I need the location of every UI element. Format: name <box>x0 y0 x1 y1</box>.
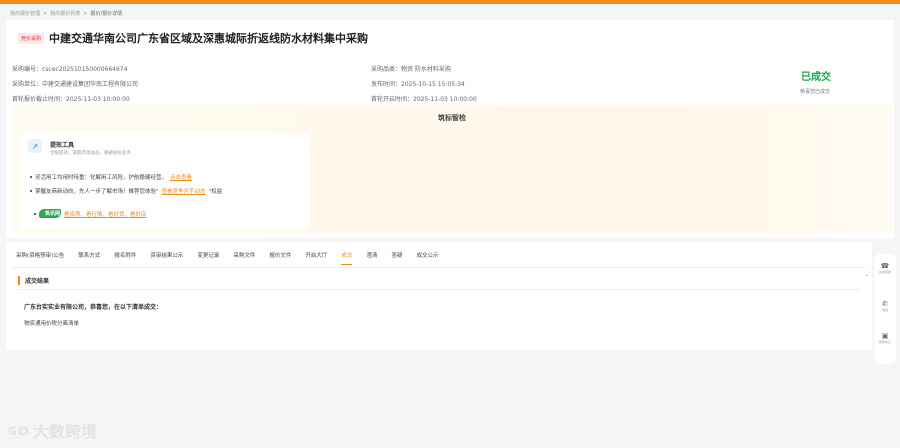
help-icon: ▣ <box>881 332 889 340</box>
tool-bullet-2: 掌握友商新动向，先人一步了解市场！推荐您体验" 查看竞争对手动态 "权益 <box>30 187 222 195</box>
procurement-unit: 采购单位：中建交通建设集团华南工程有限公司 <box>12 81 139 88</box>
tab-qualification-result[interactable]: 资审结果公示 <box>150 251 183 265</box>
tab-attachments[interactable]: 报名附件 <box>114 251 136 265</box>
floating-sidebar: ☎ 在线客服 ✆ 电话 ▣ 帮助中心 <box>874 254 896 364</box>
bid-deadline: 首轮报价截止时间：2025-11-03 10:00:00 <box>12 96 130 103</box>
zhuxun-logo: 筑讯网 <box>39 209 61 218</box>
tab-bar: 采购(资格预审)公告 联系方式 报名附件 资审结果公示 变更记录 采购文件 报价… <box>16 251 438 265</box>
bullet-dot-icon <box>30 176 32 178</box>
deal-status: 已成交 <box>801 72 831 83</box>
detail-tabs-card: 采购(资格预审)公告 联系方式 报名附件 资审结果公示 变更记录 采购文件 报价… <box>6 242 872 350</box>
deal-item: 物资通用价税分离清单 <box>24 321 80 327</box>
smart-check-panel: 筑标智检 ↗ 提效工具 合规提效，掌握市场动态，规避投标业务 灵活用工均用时待重… <box>12 105 892 233</box>
sidebar-label: 在线客服 <box>878 270 891 274</box>
procurement-type-badge: 竞价采购 <box>18 32 45 44</box>
section-divider <box>18 289 860 290</box>
procurement-category: 采购品类：物资 防水材料采购 <box>371 66 451 73</box>
deal-result-heading: 成交结果 <box>18 276 49 285</box>
watermark-logo-icon: ɢ໐ <box>8 421 29 439</box>
bullet-dot-icon <box>30 190 32 192</box>
tool-name: 提效工具 <box>50 142 75 149</box>
view-link[interactable]: 点击查看 <box>170 173 192 181</box>
watermark: ɢ໐ 大数跨境 <box>8 418 97 442</box>
breadcrumb: 我的报价管理 > 我的报价列表 > 报价/报价详情 <box>10 10 123 18</box>
tool-bullet-1: 灵活用工均用时待重：化解用工风险，护航稳健经营。 点击查看 <box>30 173 192 181</box>
breadcrumb-item[interactable]: 我的报价列表 <box>50 10 80 17</box>
collapse-chevron-icon[interactable]: ⌃ <box>864 274 869 281</box>
smart-check-title: 筑标智检 <box>438 114 466 122</box>
help-center-button[interactable]: ▣ 帮助中心 <box>874 332 896 344</box>
phone-icon: ✆ <box>882 300 888 308</box>
tab-deal[interactable]: 成交 <box>341 251 353 265</box>
breadcrumb-item[interactable]: 我的报价管理 <box>10 10 40 17</box>
sidebar-label: 帮助中心 <box>878 340 891 344</box>
headset-icon: ☎ <box>880 262 890 270</box>
open-time: 首轮开启时间：2025-11-03 10:00:00 <box>371 96 477 103</box>
bullet-text: 灵活用工均用时待重：化解用工风险，护航稳健经营。 <box>35 175 168 181</box>
tab-clarification[interactable]: 澄清 <box>366 251 377 265</box>
competitor-link[interactable]: 查看竞争对手动态 <box>162 187 206 195</box>
tab-deal-publicity[interactable]: 成交公示 <box>416 251 438 265</box>
rocket-icon: ↗ <box>28 139 42 153</box>
bullet-dot-icon <box>34 212 36 215</box>
bullet-text: 掌握友商新动向，先人一步了解市场！推荐您体验" <box>35 189 159 195</box>
bullet-tail: "权益 <box>208 189 223 195</box>
title-row: 竞价采购 中建交通华南公司广东省区域及深惠城际折返线防水材料集中采购 <box>18 30 368 46</box>
tab-opening-hall[interactable]: 开启大厅 <box>305 251 327 265</box>
page-title: 中建交通华南公司广东省区域及深惠城际折返线防水材料集中采购 <box>49 32 369 45</box>
tab-announcement[interactable]: 采购(资格预审)公告 <box>16 251 64 265</box>
deal-status-subtitle: 恭喜您已成交 <box>800 89 831 95</box>
tab-contact[interactable]: 联系方式 <box>78 251 100 265</box>
tab-change-log[interactable]: 变更记录 <box>197 251 219 265</box>
breadcrumb-current: 报价/报价详情 <box>90 11 123 17</box>
winner-message: 广东台实实业有限公司，恭喜您，在以下清单成交： <box>24 304 163 311</box>
online-service-button[interactable]: ☎ 在线客服 <box>874 262 896 274</box>
phone-button[interactable]: ✆ 电话 <box>874 300 896 312</box>
project-card: 竞价采购 中建交通华南公司广东省区域及深惠城际折返线防水材料集中采购 采购编号：… <box>6 20 894 238</box>
watermark-text: 大数跨境 <box>32 422 97 441</box>
tool-description: 合规提效，掌握市场动态，规避投标业务 <box>50 151 131 156</box>
breadcrumb-separator-icon: > <box>43 10 48 17</box>
top-accent-bar <box>0 0 900 4</box>
tab-divider <box>12 267 866 268</box>
procurement-code: 采购编号：cscec202510150000664674 <box>12 66 128 73</box>
publish-time: 发布时间：2025-10-15 15:05:34 <box>371 81 465 88</box>
tab-quote-file[interactable]: 报价文件 <box>269 251 291 265</box>
zhuxun-row: 筑讯网 看资质、看行情、看好货、看好店 <box>34 209 147 218</box>
tab-procurement-file[interactable]: 采购文件 <box>233 251 255 265</box>
sidebar-label: 电话 <box>881 308 888 312</box>
breadcrumb-separator-icon: > <box>83 10 88 17</box>
efficiency-tool-card: ↗ 提效工具 合规提效，掌握市场动态，规避投标业务 灵活用工均用时待重：化解用工… <box>20 133 310 229</box>
tab-qa[interactable]: 答疑 <box>391 251 402 265</box>
zhuxun-links[interactable]: 看资质、看行情、看好货、看好店 <box>64 210 147 218</box>
